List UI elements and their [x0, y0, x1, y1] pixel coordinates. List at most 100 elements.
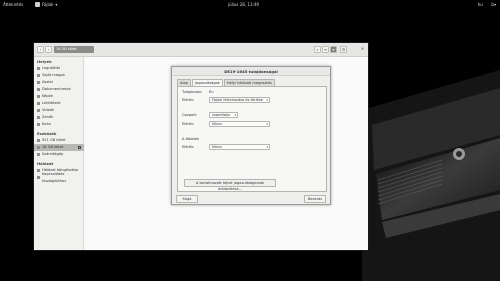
- sidebar-item-desktop[interactable]: Asztal: [37, 79, 83, 86]
- sidebar-item-label: Számítógép: [42, 152, 64, 156]
- sidebar-item-computer[interactable]: Számítógép: [37, 151, 83, 158]
- chevron-down-icon: ▾: [266, 98, 268, 102]
- owner-access-value: Fájlok létrehozása és törlése: [212, 98, 263, 102]
- list-view-icon: ≡: [323, 47, 328, 52]
- owner-access-label: Elérés:: [182, 98, 195, 102]
- help-button[interactable]: Súgó: [176, 195, 198, 203]
- tab-basic[interactable]: Alap: [177, 79, 191, 86]
- video-icon: [37, 109, 40, 112]
- owner-label: Tulajdonos:: [182, 90, 203, 94]
- keyboard-layout-indicator[interactable]: hu: [478, 0, 483, 9]
- trash-icon: [37, 123, 40, 126]
- sidebar-item-disk-16gb[interactable]: 16 GB kötet: [34, 144, 84, 151]
- sidebar-item-label: Zenék: [42, 115, 54, 119]
- wallpaper-photo: [362, 70, 500, 281]
- header-bar: ‹ › 16 GB kötet ⌕ ≡ ▾ ⚙ ✕: [34, 43, 368, 57]
- chevron-down-icon: ▾: [266, 145, 268, 149]
- sidebar-item-downloads[interactable]: Letöltések: [37, 100, 83, 107]
- picture-icon: [37, 95, 40, 98]
- sidebar-section-network: Hálózat: [37, 161, 54, 166]
- menu-icon: ▾: [332, 47, 335, 52]
- search-icon: ⌕: [316, 47, 319, 52]
- sidebar-item-pictures[interactable]: Képek: [37, 93, 83, 100]
- close-button[interactable]: Bezárás: [304, 195, 326, 203]
- view-menu-button[interactable]: ▾: [330, 46, 337, 53]
- home-icon: [37, 74, 40, 77]
- sidebar-item-disk-921gb[interactable]: 921 GB kötet: [37, 137, 83, 144]
- sidebar-item-label: Legutóbbi: [42, 66, 60, 70]
- properties-dialog: DE19-1645 tulajdonságai Alap Jogosultság…: [171, 66, 331, 205]
- system-tray[interactable]: hu ⏻▾: [478, 0, 496, 9]
- usb-drive-icon: [37, 146, 40, 149]
- sidebar-item-label: Videók: [42, 108, 55, 112]
- gear-icon: ⚙: [341, 47, 346, 52]
- group-label: Csoport:: [182, 113, 198, 117]
- chevron-down-icon: ▾: [493, 2, 496, 7]
- others-label: A többiek: [182, 137, 200, 141]
- close-icon: ✕: [360, 46, 365, 51]
- view-toggle-button[interactable]: ≡: [322, 46, 329, 53]
- sidebar-item-videos[interactable]: Videók: [37, 107, 83, 114]
- path-bar-button[interactable]: 16 GB kötet: [54, 46, 94, 53]
- sidebar-item-recent[interactable]: Legutóbbi: [37, 65, 83, 72]
- sidebar-item-label: Dokumentumok: [42, 87, 71, 91]
- chevron-right-icon: ›: [47, 47, 50, 52]
- sidebar-section-places: Helyek: [37, 59, 52, 64]
- sidebar-item-label: Kuka: [42, 122, 51, 126]
- files-app-icon: [35, 2, 40, 7]
- sidebar-item-label: Kapcsolódás kiszolgálóhoz: [42, 171, 67, 183]
- group-select[interactable]: zsomitotp ▾: [209, 112, 238, 118]
- activities-button[interactable]: Áttekintés: [3, 0, 23, 9]
- clock-icon: [37, 67, 40, 70]
- group-value: zsomitotp: [212, 113, 230, 117]
- tab-local-network-share[interactable]: Helyi hálózati megosztás: [223, 79, 275, 86]
- dialog-title: DE19-1645 tulajdonságai: [172, 67, 330, 76]
- sidebar-item-trash[interactable]: Kuka: [37, 121, 83, 128]
- permissions-panel: Tulajdonos: Én Elérés: Fájlok létrehozás…: [177, 86, 327, 192]
- chevron-left-icon: ‹: [39, 47, 42, 52]
- chevron-down-icon: ▾: [55, 2, 58, 7]
- forward-button[interactable]: ›: [45, 46, 52, 53]
- group-access-label: Elérés:: [182, 122, 195, 126]
- sidebar-item-connect-server[interactable]: Kapcsolódás kiszolgálóhoz: [37, 172, 83, 183]
- sidebar-item-label: Asztal: [42, 80, 53, 84]
- change-enclosed-permissions-button[interactable]: A tartalmazott fájlok jogosultságainak m…: [184, 179, 276, 191]
- search-button[interactable]: ⌕: [314, 46, 321, 53]
- sidebar-section-devices: Eszközök: [37, 131, 57, 136]
- gear-button[interactable]: ⚙: [340, 46, 347, 53]
- sidebar-item-label: 921 GB kötet: [42, 138, 66, 142]
- network-icon: [37, 169, 40, 172]
- system-menu[interactable]: ⏻▾: [491, 0, 496, 9]
- app-menu[interactable]: Fájlok ▾: [35, 0, 57, 9]
- chevron-down-icon: ▾: [266, 122, 268, 126]
- sidebar-item-label: 16 GB kötet: [42, 145, 64, 149]
- chevron-down-icon: ▾: [234, 113, 236, 117]
- group-access-select[interactable]: Nincs ▾: [209, 121, 270, 127]
- sidebar: Helyek Legutóbbi Saját mappa Asztal Doku…: [34, 57, 84, 250]
- sidebar-item-home[interactable]: Saját mappa: [37, 72, 83, 79]
- window-close-button[interactable]: ✕: [359, 46, 366, 53]
- computer-icon: [37, 153, 40, 156]
- others-access-value: Nincs: [212, 145, 222, 149]
- back-button[interactable]: ‹: [37, 46, 44, 53]
- sidebar-item-label: Képek: [42, 94, 53, 98]
- sidebar-item-label: Letöltések: [42, 101, 61, 105]
- download-icon: [37, 102, 40, 105]
- server-icon: [37, 176, 40, 179]
- clock[interactable]: július 28, 13:49: [228, 0, 259, 9]
- desktop: Áttekintés Fájlok ▾ július 28, 13:49 hu …: [0, 0, 500, 281]
- document-icon: [37, 88, 40, 91]
- sidebar-item-music[interactable]: Zenék: [37, 114, 83, 121]
- drive-icon: [37, 139, 40, 142]
- eject-icon[interactable]: [78, 146, 81, 149]
- group-access-value: Nincs: [212, 122, 222, 126]
- music-icon: [37, 116, 40, 119]
- sidebar-item-documents[interactable]: Dokumentumok: [37, 86, 83, 93]
- others-access-select[interactable]: Nincs ▾: [209, 144, 270, 150]
- owner-value: Én: [209, 90, 214, 94]
- tab-bar: Alap Jogosultságok Helyi hálózati megosz…: [177, 79, 276, 87]
- sidebar-item-label: Saját mappa: [42, 73, 65, 77]
- top-bar: Áttekintés Fájlok ▾ július 28, 13:49 hu …: [0, 0, 500, 9]
- owner-access-select[interactable]: Fájlok létrehozása és törlése ▾: [209, 97, 270, 103]
- app-menu-label: Fájlok: [42, 2, 54, 7]
